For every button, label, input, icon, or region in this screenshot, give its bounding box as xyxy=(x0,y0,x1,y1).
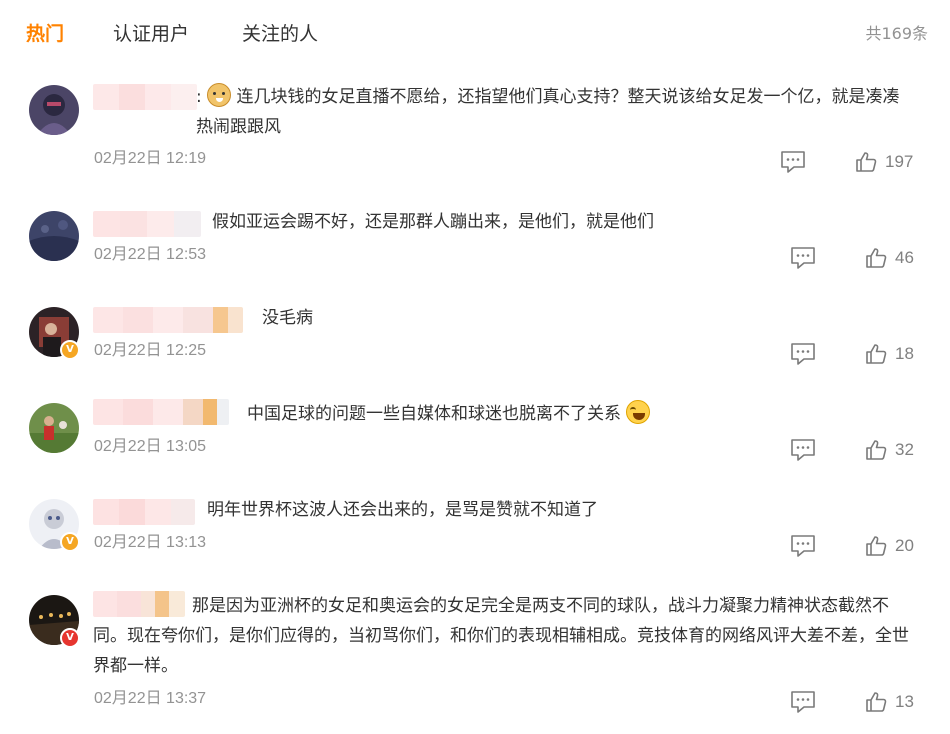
like-count: 46 xyxy=(895,248,914,267)
like-button[interactable]: 13 xyxy=(865,690,914,714)
tab-following[interactable]: 关注的人 xyxy=(242,21,318,47)
avatar[interactable] xyxy=(29,211,79,261)
comment-icon xyxy=(791,247,815,269)
comment-text-body: 中国足球的问题一些自媒体和球迷也脱离不了关系 xyxy=(247,404,621,424)
comment-filter-tabs: 热门 认证用户 关注的人 共169条 xyxy=(0,0,950,70)
thumbs-up-icon xyxy=(866,536,887,556)
doge-icon xyxy=(207,83,232,107)
comment-text-body: 连几块钱的女足直播不愿给，还指望他们真心支持？整天说该给女足发一个亿，就是凑凑热… xyxy=(196,87,900,137)
thumbs-up-icon xyxy=(866,440,887,460)
comment-text: 没毛病 xyxy=(262,308,313,328)
like-count: 20 xyxy=(895,536,914,555)
comment-time: 02月22日 12:53 xyxy=(94,246,207,263)
comment-icon xyxy=(791,439,815,461)
avatar[interactable] xyxy=(29,85,79,135)
reply-button[interactable] xyxy=(790,690,816,714)
username-blurred[interactable] xyxy=(93,211,201,237)
comment-text: : 连几块钱的女足直播不愿给，还指望他们真心支持？整天说该给女足发一个亿，就是凑… xyxy=(196,82,916,142)
reply-button[interactable] xyxy=(790,246,816,270)
reply-button[interactable] xyxy=(790,342,816,366)
reply-button[interactable] xyxy=(780,150,806,174)
comment-total-count: 共169条 xyxy=(865,24,928,43)
avatar[interactable] xyxy=(29,403,79,453)
verified-badge: V xyxy=(60,340,80,360)
like-button[interactable]: 46 xyxy=(865,246,914,270)
laughing-tears-icon xyxy=(626,400,651,424)
comment-time: 02月22日 12:25 xyxy=(94,342,207,359)
like-count: 18 xyxy=(895,344,914,363)
like-button[interactable]: 197 xyxy=(855,150,913,174)
like-count: 197 xyxy=(885,152,914,171)
thumbs-up-icon xyxy=(866,344,887,364)
comment-time: 02月22日 12:19 xyxy=(94,150,207,167)
verified-badge: V xyxy=(60,532,80,552)
tab-verified-users[interactable]: 认证用户 xyxy=(113,21,189,47)
comment-text: 假如亚运会踢不好，还是那群人蹦出来，是他们，就是他们 xyxy=(212,212,654,232)
comment-icon xyxy=(791,535,815,557)
comment-icon xyxy=(791,691,815,713)
thumbs-up-icon xyxy=(866,692,887,712)
comment-text-colon: : xyxy=(196,87,202,107)
comment-text: 中国足球的问题一些自媒体和球迷也脱离不了关系 xyxy=(247,399,897,429)
thumbs-up-icon xyxy=(856,152,877,172)
tab-hot[interactable]: 热门 xyxy=(26,21,64,47)
thumbs-up-icon xyxy=(866,248,887,268)
comment-text: 明年世界杯这波人还会出来的，是骂是赞就不知道了 xyxy=(207,500,598,520)
reply-button[interactable] xyxy=(790,534,816,558)
comment-time: 02月22日 13:13 xyxy=(94,534,207,551)
like-button[interactable]: 18 xyxy=(865,342,914,366)
comment-time: 02月22日 13:37 xyxy=(94,690,207,707)
username-blurred[interactable] xyxy=(93,499,195,525)
verified-badge: V xyxy=(60,628,80,648)
like-button[interactable]: 20 xyxy=(865,534,914,558)
comment-icon xyxy=(781,151,805,173)
comment-text: 那是因为亚洲杯的女足和奥运会的女足完全是两支不同的球队，战斗力凝聚力精神状态截然… xyxy=(93,596,909,676)
like-count: 13 xyxy=(895,692,914,711)
username-blurred[interactable] xyxy=(93,84,197,110)
like-count: 32 xyxy=(895,440,914,459)
comment-time: 02月22日 13:05 xyxy=(94,438,207,455)
reply-button[interactable] xyxy=(790,438,816,462)
username-blurred[interactable] xyxy=(93,399,229,425)
username-blurred[interactable] xyxy=(93,307,243,333)
like-button[interactable]: 32 xyxy=(865,438,914,462)
comment-icon xyxy=(791,343,815,365)
